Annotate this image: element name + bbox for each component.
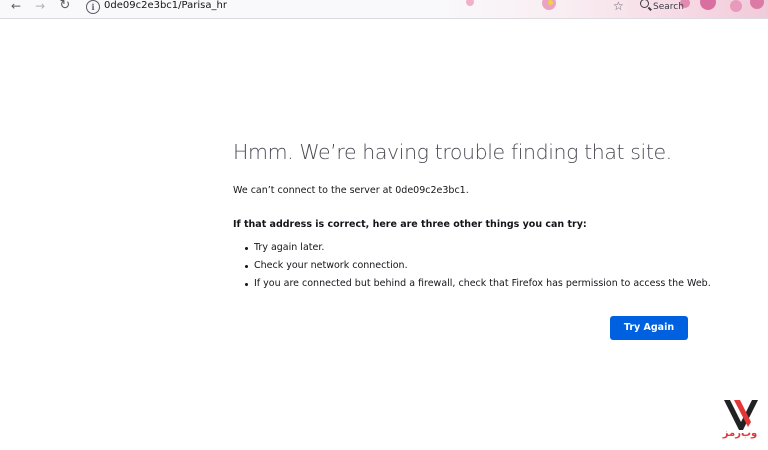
theme-floral-decoration [430,0,768,18]
tip-item: Check your network connection. [233,257,703,275]
search-box[interactable]: Search [640,0,684,13]
back-arrow-icon[interactable]: ← [9,0,23,14]
watermark-text: وب‌رمز [722,428,758,439]
star-icon[interactable]: ☆ [613,0,624,12]
forward-arrow-icon[interactable]: → [33,0,47,14]
reload-icon[interactable]: ↻ [58,0,72,14]
search-icon [640,0,649,8]
tip-item: If you are connected but behind a firewa… [233,275,711,293]
tip-item: Try again later. [233,239,703,257]
error-advice-heading: If that address is correct, here are thr… [233,219,587,230]
search-label: Search [653,2,684,12]
error-container: Hmm. We’re having trouble finding that s… [233,136,711,293]
tips-list: Try again later. Check your network conn… [233,239,711,293]
error-title: Hmm. We’re having trouble finding that s… [233,140,672,164]
site-info-icon[interactable]: i [86,0,100,14]
browser-toolbar: ← → ↻ i 0de09c2e3bc1/Parisa_hr ☆ Search [0,0,768,19]
error-description: We can’t connect to the server at 0de09c… [233,185,469,196]
url-bar[interactable]: 0de09c2e3bc1/Parisa_hr [104,0,227,12]
try-again-button[interactable]: Try Again [610,316,688,340]
